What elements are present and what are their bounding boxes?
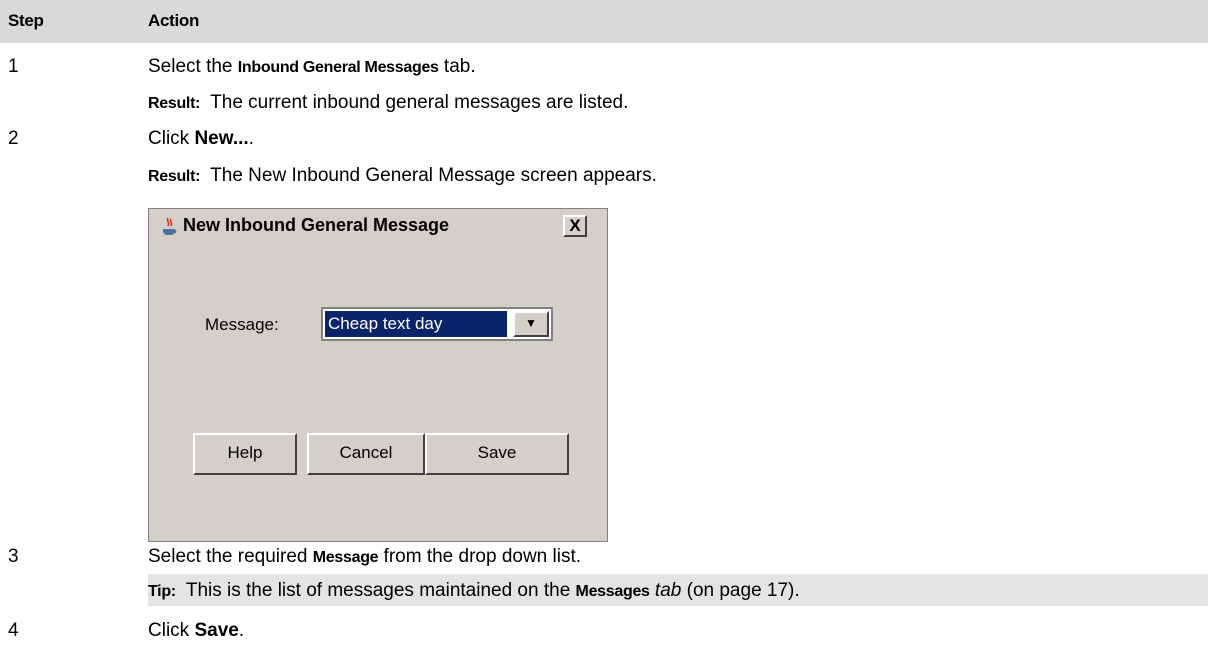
step-action: Select the required Message from the dro… [148, 546, 582, 567]
step-column-header: Step [8, 11, 44, 30]
step-action: Click Save. [148, 620, 245, 641]
ui-term: New... [194, 128, 249, 149]
table-header: Step Action [0, 0, 1208, 43]
result-label: Result: [148, 168, 201, 185]
step-number: 3 [8, 546, 19, 567]
save-button[interactable]: Save [425, 433, 569, 475]
ui-term: Save [194, 620, 239, 641]
action-column-header: Action [148, 11, 200, 30]
tip-label: Tip: [148, 583, 176, 600]
java-cup-icon [163, 217, 177, 235]
step-result: Result: The current inbound general messa… [148, 92, 629, 113]
step-number: 1 [8, 56, 19, 77]
dialog-title: New Inbound General Message [183, 215, 450, 235]
ui-term: Inbound General Messages [237, 59, 439, 76]
tab-name: Messages [575, 583, 650, 600]
chevron-down-icon[interactable]: ▼ [513, 311, 549, 337]
dialog-titlebar: New Inbound General Message X [149, 209, 607, 243]
step-action: Click New.... [148, 128, 254, 149]
message-dropdown[interactable]: Cheap text day ▼ [321, 307, 553, 341]
new-inbound-general-message-dialog: New Inbound General Message X Message: C… [148, 208, 608, 542]
result-label: Result: [148, 95, 201, 112]
help-button[interactable]: Help [193, 433, 297, 475]
tip-text: Tip: This is the list of messages maintai… [148, 580, 800, 601]
cancel-button[interactable]: Cancel [307, 433, 425, 475]
step-result: Result: The New Inbound General Message s… [148, 165, 657, 186]
cross-reference-link[interactable]: tab [655, 580, 681, 601]
message-label: Message: [205, 315, 279, 334]
step-number: 4 [8, 620, 19, 641]
step-action: Select the Inbound General Messages tab. [148, 56, 476, 77]
ui-term: Message [312, 549, 379, 566]
step-number: 2 [8, 128, 19, 149]
message-dropdown-value: Cheap text day [325, 311, 507, 337]
close-button[interactable]: X [563, 215, 587, 237]
